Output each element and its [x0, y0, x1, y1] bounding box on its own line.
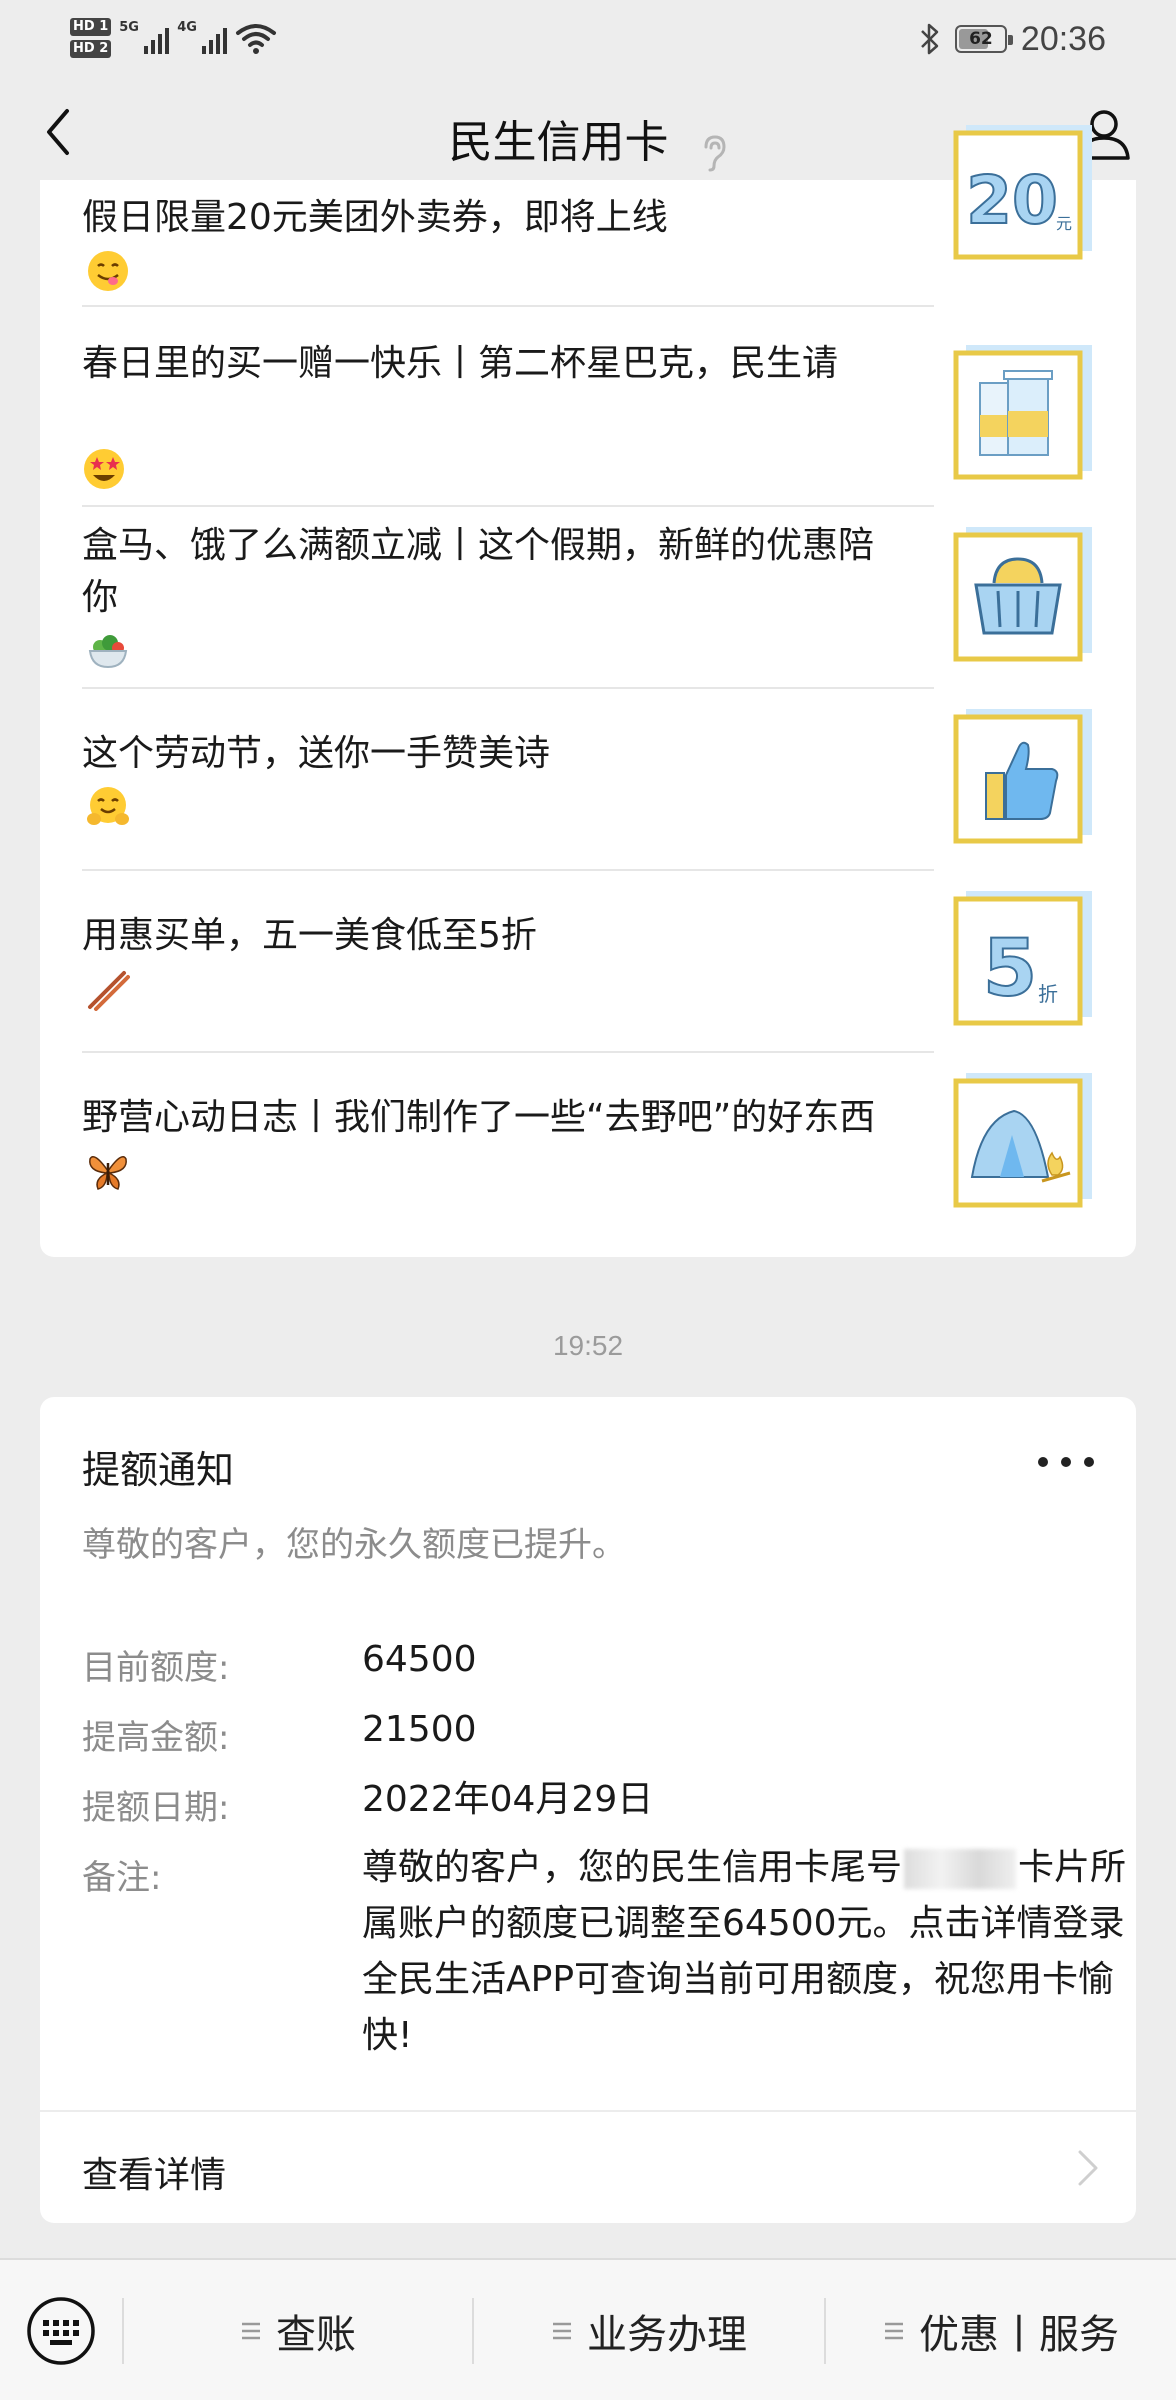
star-eyes-face-icon	[84, 449, 124, 489]
battery-level: 62	[969, 29, 993, 49]
article-title: 用惠买单，五一美食低至5折	[82, 915, 537, 956]
butterfly-icon	[89, 1156, 127, 1190]
article-item[interactable]: 野营心动日志丨我们制作了一些“去野吧”的好东西	[82, 1053, 1094, 1235]
article-title: 盒马、饿了么满额立减丨这个假期，新鲜的优惠陪你	[82, 525, 875, 618]
signal-5g-icon: 5G	[119, 18, 170, 58]
note-label: 备注:	[82, 1858, 162, 1898]
note-text-part1: 尊敬的客户，您的民生信用卡尾号	[362, 1847, 903, 1888]
5-discount-thumbnail: 5 折	[953, 891, 1092, 1026]
chevron-right-icon	[1078, 2150, 1098, 2186]
increase-amount-label: 提高金额:	[82, 1718, 230, 1758]
menu-item-label: 业务办理	[587, 2312, 747, 2358]
camping-tent-thumbnail	[953, 1073, 1092, 1208]
message-timestamp: 19:52	[552, 1330, 624, 1361]
article-item[interactable]: 这个劳动节，送你一手赞美诗	[82, 689, 1094, 871]
article-item[interactable]: 春日里的买一赠一快乐丨第二杯星巴克，民生请	[82, 325, 1094, 507]
increase-date-value: 2022年04月29日	[362, 1779, 654, 1820]
salad-bowl-icon	[88, 635, 128, 669]
article-list-card: 假日限量20元美团外卖券，即将上线 20 元 春日里的买一赠一快乐丨第二杯星巴克…	[40, 125, 1136, 1257]
hugging-face-icon	[87, 787, 129, 825]
menu-item-label: 查账	[276, 2312, 356, 2358]
thumb-unit: 折	[1038, 982, 1058, 1006]
masked-card-number	[904, 1849, 1017, 1889]
thumb-unit: 元	[1056, 214, 1072, 233]
savoring-face-icon	[88, 250, 128, 291]
more-options-button[interactable]	[1038, 1447, 1094, 1477]
menu-list-icon	[553, 2322, 571, 2340]
signal-4g-icon: 4G	[177, 18, 228, 58]
notification-subtitle: 尊敬的客户，您的永久额度已提升。	[82, 1525, 626, 1565]
article-item[interactable]: 盒马、饿了么满额立减丨这个假期，新鲜的优惠陪你	[82, 507, 1094, 689]
view-details-label: 查看详情	[82, 2155, 227, 2196]
20-yuan-coupon-thumbnail: 20 元	[953, 125, 1092, 260]
notification-title: 提额通知	[82, 1448, 235, 1492]
credit-limit-notification-card[interactable]: 提额通知 尊敬的客户，您的永久额度已提升。 目前额度: 64500 提高金额: …	[40, 1397, 1136, 2223]
hd1-badge: HD 1	[70, 18, 112, 36]
keyboard-toggle-button[interactable]	[26, 2296, 96, 2366]
thumbs-up-thumbnail	[953, 709, 1092, 844]
menu-list-icon	[885, 2322, 903, 2340]
article-title: 这个劳动节，送你一手赞美诗	[82, 733, 551, 774]
increase-amount-value: 21500	[362, 1709, 477, 1750]
bluetooth-icon	[921, 23, 939, 55]
chopsticks-icon	[88, 971, 130, 1011]
status-bar: HD 1 HD 2 5G 4G 62 20:36	[0, 0, 1176, 78]
note-value: 尊敬的客户，您的民生信用卡尾号 卡片所属账户的额度已调整至64500元。点击详情登…	[362, 1840, 1132, 2064]
bottom-menu-bar: 查账 业务办理 优惠丨服务	[0, 2258, 1176, 2400]
battery-icon: 62	[954, 25, 1013, 53]
menu-list-icon	[242, 2322, 260, 2340]
status-time: 20:36	[1020, 19, 1106, 58]
thumb-number: 20	[966, 162, 1058, 239]
thumb-number: 5	[983, 924, 1037, 1014]
hd2-badge: HD 2	[70, 40, 112, 58]
menu-item-offers-service[interactable]: 优惠丨服务	[826, 2260, 1176, 2400]
view-details-link[interactable]: 查看详情	[40, 2112, 1136, 2223]
article-title: 春日里的买一赠一快乐丨第二杯星巴克，民生请	[82, 343, 839, 384]
menu-item-label: 优惠丨服务	[919, 2312, 1119, 2358]
article-item[interactable]: 假日限量20元美团外卖券，即将上线 20 元	[82, 125, 1094, 307]
increase-date-label: 提额日期:	[82, 1788, 230, 1828]
current-limit-label: 目前额度:	[82, 1648, 230, 1688]
article-title: 假日限量20元美团外卖券，即将上线	[82, 196, 668, 238]
coffee-cups-thumbnail	[953, 345, 1092, 480]
article-item[interactable]: 用惠买单，五一美食低至5折 5 折	[82, 871, 1094, 1053]
menu-item-bill[interactable]: 查账	[124, 2260, 472, 2400]
article-title: 野营心动日志丨我们制作了一些“去野吧”的好东西	[82, 1097, 876, 1138]
shopping-basket-thumbnail	[953, 527, 1092, 662]
current-limit-value: 64500	[362, 1639, 477, 1680]
wifi-icon	[236, 24, 277, 54]
menu-item-business[interactable]: 业务办理	[474, 2260, 824, 2400]
